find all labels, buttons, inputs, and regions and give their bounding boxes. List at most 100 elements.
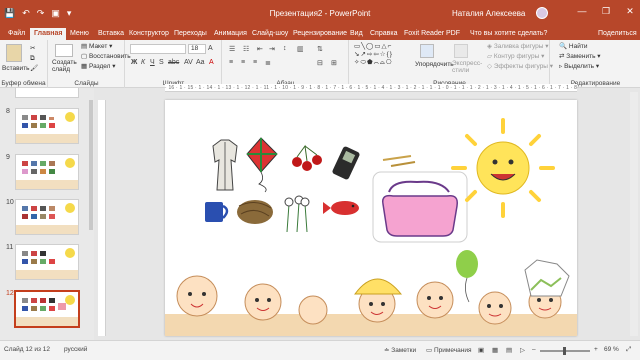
- new-slide-icon[interactable]: [55, 44, 73, 57]
- select-button[interactable]: ▹ Выделить ▾: [559, 62, 599, 71]
- restore-button[interactable]: ❐: [600, 6, 612, 17]
- align-right-icon[interactable]: ≡: [253, 59, 257, 66]
- avatar[interactable]: [536, 7, 548, 19]
- mug-picture[interactable]: [205, 202, 229, 222]
- tab-review[interactable]: Рецензирование: [289, 28, 351, 40]
- thumbnail-partial[interactable]: [15, 88, 79, 98]
- paste-icon[interactable]: [6, 44, 22, 62]
- notes-button[interactable]: ≐ Заметки: [384, 346, 416, 354]
- arrange-button[interactable]: Упорядочить: [415, 60, 454, 69]
- font-name-box[interactable]: [130, 44, 186, 54]
- reset-button[interactable]: ▢ Восстановить: [81, 52, 131, 61]
- sun-picture[interactable]: [451, 118, 555, 218]
- select-label: Выделить: [564, 63, 595, 70]
- fit-slide-icon[interactable]: ⤢: [626, 346, 631, 354]
- handbag-picture[interactable]: [372, 171, 468, 243]
- zoom-out-button[interactable]: –: [532, 346, 536, 353]
- font-color-icon[interactable]: A: [209, 59, 214, 66]
- tab-animation[interactable]: Анимация: [210, 28, 251, 40]
- share-button[interactable]: Поделиться: [594, 28, 640, 40]
- thumbnail-slide-8[interactable]: [15, 108, 79, 144]
- slide-scrollbar[interactable]: [630, 92, 638, 336]
- paragraph-group: ☰ ☷ ⇤ ⇥ ↕ ▥ ⇅ ≡ ≡ ≡ ≣ ⊟ ⊞ Абзац: [223, 40, 349, 88]
- fish-picture[interactable]: [323, 201, 359, 215]
- align-left-icon[interactable]: ≡: [229, 59, 233, 66]
- tab-foxit[interactable]: Foxit Reader PDF: [400, 28, 464, 40]
- cherries-picture[interactable]: [292, 144, 322, 171]
- shape-fill-button[interactable]: ◈ Заливка фигуры ▾: [487, 42, 549, 51]
- slide-sorter-icon[interactable]: ▦: [492, 346, 498, 354]
- tab-transitions[interactable]: Переходы: [170, 28, 211, 40]
- thumbnails-scrollbar[interactable]: [89, 100, 93, 230]
- bullets-icon[interactable]: ☰: [229, 45, 235, 53]
- change-case-icon[interactable]: Aa: [196, 59, 205, 66]
- tab-menu[interactable]: Меню: [66, 28, 93, 40]
- format-painter-icon[interactable]: 🖌: [30, 64, 38, 73]
- numbering-icon[interactable]: ☷: [243, 45, 249, 53]
- shape-effects-button[interactable]: ◇ Эффекты фигуры ▾: [487, 62, 553, 71]
- align-center-icon[interactable]: ≡: [241, 59, 245, 66]
- flowers-picture[interactable]: [284, 195, 310, 233]
- tab-slideshow[interactable]: Слайд-шоу: [248, 28, 292, 40]
- underline-icon[interactable]: Ч: [150, 59, 155, 66]
- user-name[interactable]: Наталия Алексеева: [452, 9, 525, 18]
- columns-icon[interactable]: ▥: [297, 45, 304, 53]
- thumbnail-slide-12[interactable]: [14, 290, 80, 328]
- section-button[interactable]: ▦ Раздел ▾: [81, 62, 116, 71]
- thumbnail-slide-11[interactable]: [15, 244, 79, 280]
- thumbnail-slide-9[interactable]: [15, 154, 79, 190]
- balloon-picture[interactable]: [456, 250, 478, 303]
- replace-button[interactable]: ⇄ Заменить ▾: [559, 52, 601, 61]
- align-text-icon[interactable]: ⊟: [317, 59, 323, 67]
- text-direction-icon[interactable]: ⇅: [317, 45, 323, 53]
- shapes-gallery[interactable]: ▭╲◯▭△⌐ ↘↗⇨⇦☆{} ✧⬭⬟⌒⌓⎔: [354, 43, 412, 67]
- shadow-icon[interactable]: S: [159, 59, 164, 66]
- normal-view-icon[interactable]: ▣: [478, 346, 484, 354]
- reading-view-icon[interactable]: ▤: [506, 346, 512, 354]
- tell-me-search[interactable]: Что вы хотите сделать?: [466, 28, 551, 40]
- justify-icon[interactable]: ≣: [265, 59, 271, 67]
- children-picture[interactable]: [165, 259, 577, 336]
- cut-icon[interactable]: ✂: [30, 44, 35, 53]
- decrease-indent-icon[interactable]: ⇤: [257, 45, 263, 53]
- zoom-level[interactable]: 69 %: [604, 346, 619, 353]
- font-size-box[interactable]: 18: [188, 44, 206, 54]
- quick-styles-icon[interactable]: [454, 44, 468, 58]
- tab-help[interactable]: Справка: [366, 28, 401, 40]
- mobile-phone-picture[interactable]: [332, 146, 361, 181]
- zoom-slider-handle[interactable]: [563, 347, 566, 355]
- pencils-picture[interactable]: [382, 155, 416, 167]
- grow-font-icon[interactable]: A: [208, 45, 213, 52]
- rolled-blanket-picture[interactable]: [237, 200, 273, 224]
- tab-view[interactable]: Вид: [346, 28, 367, 40]
- strikethrough-icon[interactable]: abc: [168, 59, 179, 66]
- increase-indent-icon[interactable]: ⇥: [269, 45, 275, 53]
- slideshow-view-icon[interactable]: ▷: [520, 346, 525, 354]
- find-button[interactable]: 🔍 Найти: [559, 42, 587, 51]
- tab-file[interactable]: Файл: [4, 28, 29, 40]
- new-slide-button[interactable]: Создать слайд: [52, 59, 78, 73]
- minimize-button[interactable]: —: [576, 6, 588, 17]
- shape-outline-button[interactable]: ▱ Контур фигуры ▾: [487, 52, 544, 61]
- paste-button[interactable]: Вставить: [2, 64, 30, 73]
- layout-button[interactable]: ▤ Макет ▾: [81, 42, 112, 51]
- smartart-icon[interactable]: ⊞: [331, 59, 337, 67]
- italic-icon[interactable]: К: [141, 59, 145, 66]
- tab-insert[interactable]: Вставка: [94, 28, 128, 40]
- line-spacing-icon[interactable]: ↕: [283, 45, 287, 52]
- quick-styles-button[interactable]: Экспресс-стили: [452, 60, 482, 74]
- bold-icon[interactable]: Ж: [131, 59, 137, 66]
- copy-icon[interactable]: ⧉: [30, 54, 35, 63]
- tab-design[interactable]: Конструктор: [125, 28, 173, 40]
- arrange-icon[interactable]: [420, 44, 434, 58]
- zoom-in-button[interactable]: +: [594, 346, 598, 353]
- language-indicator[interactable]: русский: [64, 346, 87, 353]
- char-spacing-icon[interactable]: AV: [184, 59, 193, 66]
- thumbnail-slide-10[interactable]: [15, 199, 79, 235]
- close-button[interactable]: ✕: [624, 6, 636, 17]
- tab-home[interactable]: Главная: [30, 28, 67, 40]
- comments-button[interactable]: ▭ Примечания: [426, 346, 471, 354]
- coat-picture[interactable]: [212, 139, 238, 191]
- slide-canvas[interactable]: [165, 100, 577, 336]
- kite-picture[interactable]: [246, 137, 278, 193]
